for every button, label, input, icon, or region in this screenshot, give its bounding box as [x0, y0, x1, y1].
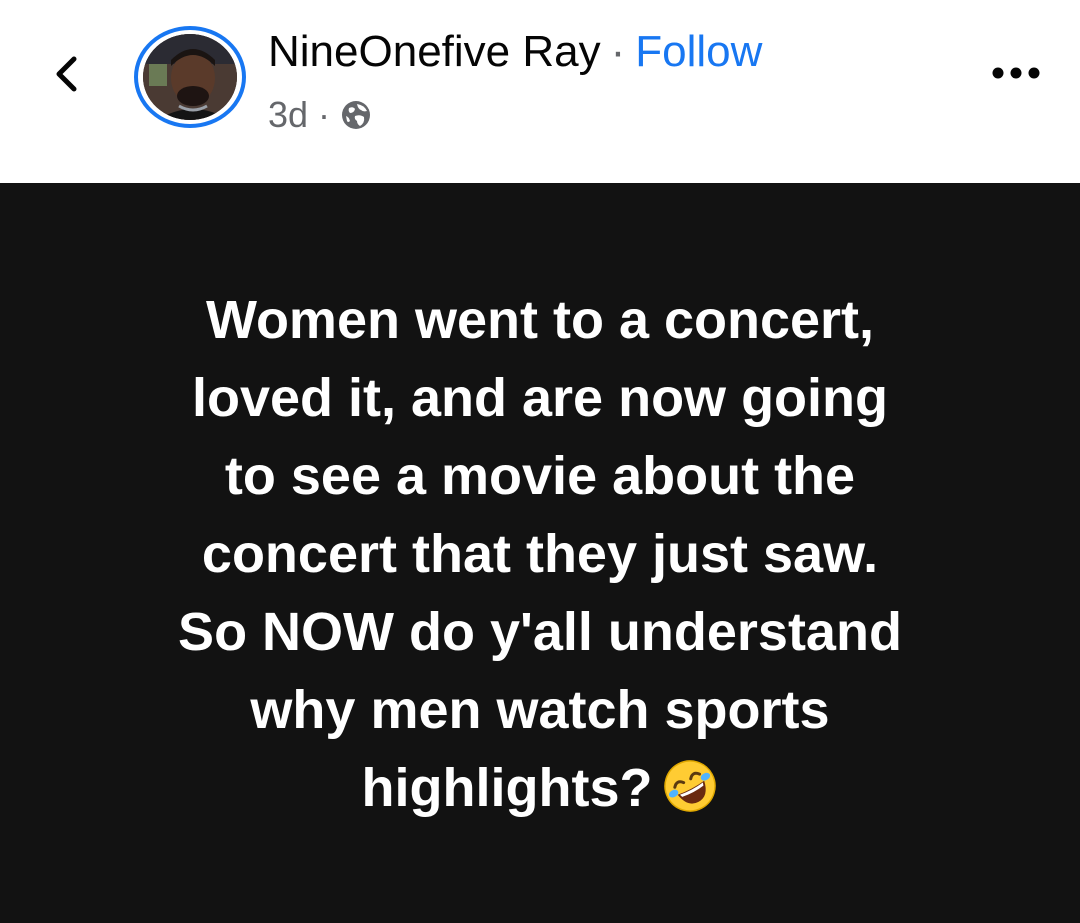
- back-button[interactable]: [44, 48, 88, 100]
- post-line-last: highlights?: [40, 749, 1040, 827]
- more-options-icon: [992, 67, 1040, 79]
- post-line: So NOW do y'all understand: [178, 602, 902, 662]
- more-options-button[interactable]: [988, 58, 1044, 88]
- meta-separator: ·: [318, 94, 331, 135]
- post-line-text: highlights?: [361, 758, 653, 818]
- post-line: why men watch sports: [250, 680, 830, 740]
- rolling-on-floor-laughing-emoji: [664, 760, 717, 812]
- post-text-background[interactable]: Women went to a concert, loved it, and a…: [0, 183, 1080, 923]
- name-separator: ·: [610, 27, 626, 76]
- post-time[interactable]: 3d: [268, 94, 308, 136]
- post-line: concert that they just saw.: [201, 524, 879, 584]
- author-line: NineOnefive Ray · Follow: [268, 24, 762, 80]
- avatar-photo: [143, 34, 237, 120]
- post-line: loved it, and are now going: [191, 368, 889, 428]
- post-meta: 3d ·: [268, 92, 372, 138]
- post-line: to see a movie about the: [224, 446, 856, 506]
- post-text: Women went to a concert, loved it, and a…: [40, 281, 1040, 827]
- author-name[interactable]: NineOnefive Ray: [268, 27, 601, 77]
- author-avatar[interactable]: [134, 26, 246, 128]
- globe-icon: [342, 101, 371, 129]
- post-header: NineOnefive Ray · Follow 3d ·: [0, 0, 1080, 183]
- post-line: Women went to a concert,: [205, 290, 875, 350]
- follow-button[interactable]: Follow: [635, 27, 762, 77]
- chevron-left-icon: [56, 56, 77, 92]
